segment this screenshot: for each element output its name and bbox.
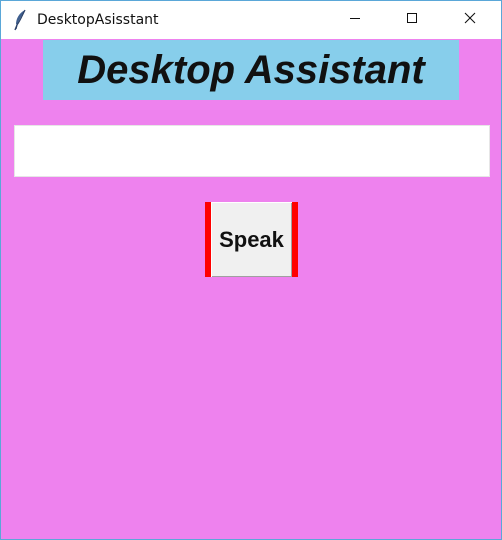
close-icon	[464, 11, 476, 29]
maximize-icon	[406, 11, 418, 29]
maximize-button[interactable]	[389, 1, 435, 39]
app-window: DesktopAsisstant Desktop Assistant Speak	[0, 0, 502, 540]
feather-icon	[13, 9, 27, 31]
speak-button[interactable]: Speak	[205, 202, 298, 277]
window-title: DesktopAsisstant	[37, 12, 159, 28]
title-bar[interactable]: DesktopAsisstant	[1, 1, 501, 39]
minimize-icon	[349, 11, 361, 29]
close-button[interactable]	[447, 1, 493, 39]
page-title: Desktop Assistant	[43, 40, 459, 100]
query-input[interactable]	[14, 125, 490, 177]
minimize-button[interactable]	[332, 1, 378, 39]
main-panel: Desktop Assistant Speak	[1, 39, 501, 539]
